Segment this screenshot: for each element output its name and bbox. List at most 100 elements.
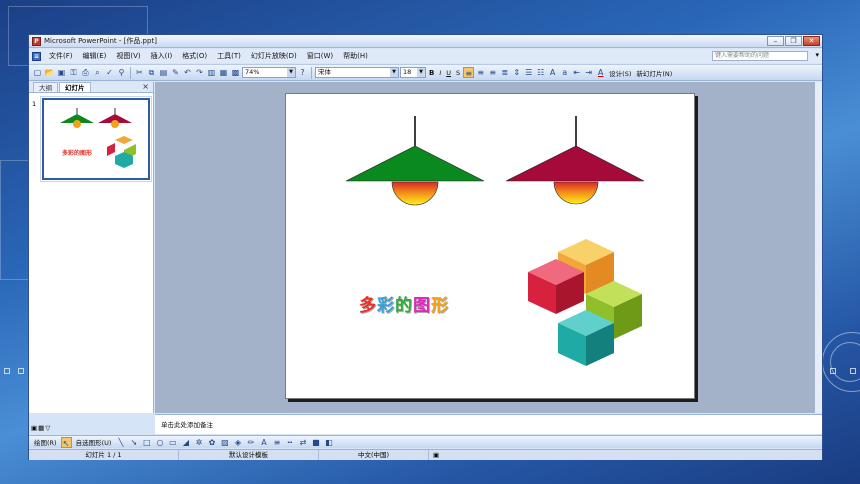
design-button[interactable]: 设计(S): [607, 68, 633, 78]
sorter-view-icon[interactable]: ▦: [38, 424, 44, 432]
slide-thumbnail[interactable]: 多彩的图形: [40, 96, 152, 182]
draw-menu-button[interactable]: 绘图(R): [32, 437, 59, 447]
shadow-button[interactable]: S: [454, 69, 462, 77]
insert-table-icon[interactable]: ▦: [218, 67, 229, 78]
bold-button[interactable]: B: [427, 69, 436, 77]
menu-tools[interactable]: 工具(T): [212, 51, 246, 61]
menu-slideshow[interactable]: 幻灯片放映(D): [246, 51, 302, 61]
research-icon[interactable]: ⚲: [116, 67, 127, 78]
tab-slides[interactable]: 幻灯片: [59, 82, 91, 92]
help-search-input[interactable]: 键入需要帮助的问题: [712, 51, 808, 61]
menu-file[interactable]: 文件(F): [44, 51, 78, 61]
autoshapes-button[interactable]: 自选图形(U): [74, 437, 114, 447]
title-char: 图: [413, 296, 431, 316]
title-bar[interactable]: P Microsoft PowerPoint - [作品.ppt] – ❐ ✕: [29, 35, 822, 48]
new-slide-button[interactable]: 新幻灯片(N): [634, 68, 674, 78]
fill-color-icon[interactable]: ◈: [232, 437, 243, 448]
decrease-font-icon[interactable]: a: [559, 67, 570, 78]
close-button[interactable]: ✕: [803, 36, 820, 46]
font-name-select[interactable]: 宋体 ▼: [315, 67, 399, 78]
desktop-square-deco: [4, 368, 10, 374]
lamp-right[interactable]: [505, 116, 645, 205]
line-icon[interactable]: ╲: [115, 437, 126, 448]
restore-button[interactable]: ❐: [785, 36, 802, 46]
spelling-status-icon: ▣: [433, 451, 440, 459]
slide-indicator: 幻灯片 1 / 1: [29, 450, 179, 460]
numbering-icon[interactable]: ☰: [523, 67, 534, 78]
justify-icon[interactable]: ≣: [499, 67, 510, 78]
dash-style-icon[interactable]: ┅: [284, 437, 295, 448]
notes-pane[interactable]: 单击此处添加备注: [155, 414, 822, 434]
zoom-select[interactable]: 74% ▼: [242, 67, 296, 78]
open-folder-icon[interactable]: 📂: [44, 67, 55, 78]
save-icon[interactable]: ▣: [56, 67, 67, 78]
slide-title[interactable]: 多彩的图形: [359, 291, 449, 316]
underline-button[interactable]: U: [444, 69, 453, 77]
picture-icon[interactable]: ▨: [219, 437, 230, 448]
diagram-icon[interactable]: ✲: [193, 437, 204, 448]
menu-insert[interactable]: 插入(I): [146, 51, 178, 61]
minimize-button[interactable]: –: [767, 36, 784, 46]
menu-help[interactable]: 帮助(H): [338, 51, 373, 61]
chevron-down-icon[interactable]: ▼: [390, 68, 398, 77]
permission-icon[interactable]: ⚿: [68, 67, 79, 78]
decrease-indent-icon[interactable]: ⇤: [571, 67, 582, 78]
arrow-icon[interactable]: ➘: [128, 437, 139, 448]
line-style-icon[interactable]: ≡: [271, 437, 282, 448]
font-size-select[interactable]: 18 ▼: [400, 67, 426, 78]
line-color-icon[interactable]: ✏: [245, 437, 256, 448]
oval-icon[interactable]: ○: [154, 437, 165, 448]
close-icon[interactable]: ×: [142, 82, 149, 91]
paste-icon[interactable]: ▤: [158, 67, 169, 78]
wordart-icon[interactable]: ◢: [180, 437, 191, 448]
slideshow-view-icon[interactable]: ▽: [45, 424, 50, 432]
new-file-icon[interactable]: ▢: [32, 67, 43, 78]
chevron-down-icon[interactable]: ▾: [815, 51, 819, 59]
normal-view-icon[interactable]: ▣: [31, 424, 37, 432]
format-painter-icon[interactable]: ✎: [170, 67, 181, 78]
font-color-icon[interactable]: A: [595, 67, 606, 78]
clipart-icon[interactable]: ✿: [206, 437, 217, 448]
pane-tabs: 大纲 幻灯片 ×: [29, 82, 153, 93]
increase-indent-icon[interactable]: ⇥: [583, 67, 594, 78]
lamp-left[interactable]: [345, 116, 485, 206]
3d-style-icon[interactable]: ◧: [323, 437, 334, 448]
menu-window[interactable]: 窗口(W): [302, 51, 338, 61]
menu-edit[interactable]: 编辑(E): [78, 51, 112, 61]
menu-view[interactable]: 视图(V): [111, 51, 145, 61]
help-icon[interactable]: ?: [297, 67, 308, 78]
insert-chart-icon[interactable]: ▥: [206, 67, 217, 78]
document-icon[interactable]: ≡: [32, 51, 41, 61]
chevron-down-icon[interactable]: ▼: [417, 68, 425, 77]
align-right-icon[interactable]: ≡: [487, 67, 498, 78]
slide-canvas[interactable]: 多彩的图形: [285, 93, 695, 399]
spelling-icon[interactable]: ✓: [104, 67, 115, 78]
shadow-style-icon[interactable]: ■: [310, 437, 321, 448]
rectangle-icon[interactable]: □: [141, 437, 152, 448]
bullets-icon[interactable]: ☷: [535, 67, 546, 78]
align-left-icon[interactable]: ≡: [463, 67, 475, 78]
cut-icon[interactable]: ✂: [134, 67, 145, 78]
increase-font-icon[interactable]: A: [547, 67, 558, 78]
redo-icon[interactable]: ↷: [194, 67, 205, 78]
desktop-square-deco: [830, 368, 836, 374]
undo-icon[interactable]: ↶: [182, 67, 193, 78]
colorful-cubes[interactable]: [528, 239, 642, 366]
tab-outline[interactable]: 大纲: [33, 82, 58, 92]
align-center-icon[interactable]: ≡: [475, 67, 486, 78]
textbox-icon[interactable]: ▭: [167, 437, 178, 448]
menu-format[interactable]: 格式(O): [177, 51, 212, 61]
lamp-left-shade: [345, 145, 485, 182]
chevron-down-icon[interactable]: ▼: [287, 68, 295, 77]
text-direction-icon[interactable]: ⇕: [511, 67, 522, 78]
grid-icon[interactable]: ▩: [230, 67, 241, 78]
font-color-icon[interactable]: A: [258, 437, 269, 448]
italic-button[interactable]: I: [437, 69, 443, 77]
vertical-scrollbar[interactable]: [815, 82, 822, 413]
copy-icon[interactable]: ⧉: [146, 67, 157, 78]
arrow-style-icon[interactable]: ⇄: [297, 437, 308, 448]
slides-pane: 大纲 幻灯片 × 1 多彩的图形: [29, 82, 154, 413]
print-icon[interactable]: ⎙: [80, 67, 91, 78]
print-preview-icon[interactable]: ⌕: [92, 67, 103, 78]
select-objects-icon[interactable]: ↖: [60, 436, 72, 448]
